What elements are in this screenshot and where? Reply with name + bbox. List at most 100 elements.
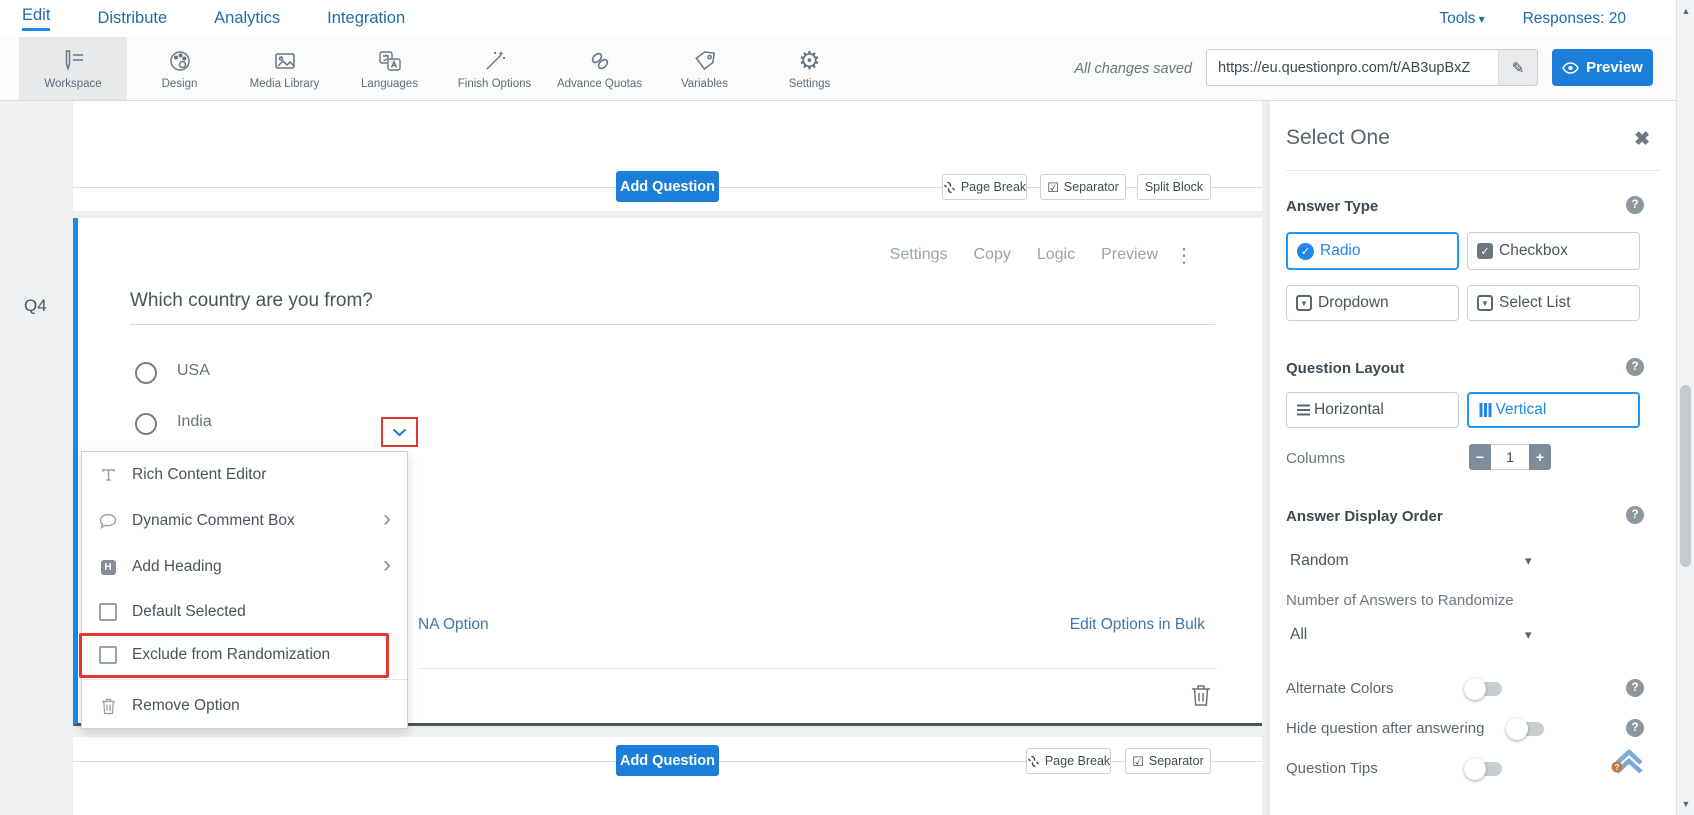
toolbar-item-label: Finish Options xyxy=(457,78,532,90)
nav-tab-analytics[interactable]: Analytics xyxy=(214,9,280,28)
question-logic-link[interactable]: Logic xyxy=(1037,246,1075,264)
checkbox-unchecked-icon[interactable] xyxy=(99,603,117,621)
page-scrollbar[interactable]: ▲ ▼ xyxy=(1676,0,1694,815)
radio-option-usa[interactable] xyxy=(135,362,157,384)
previous-question-block: Add Question Page Break ☑ Separator Spli… xyxy=(73,100,1262,211)
alternate-colors-label: Alternate Colors xyxy=(1286,680,1394,697)
toolbar-item-media-library[interactable]: Media Library xyxy=(232,37,337,100)
answer-type-checkbox[interactable]: ✓ Checkbox xyxy=(1467,232,1640,270)
alternate-colors-toggle[interactable] xyxy=(1464,678,1502,700)
menu-item-label: Dynamic Comment Box xyxy=(132,512,295,529)
next-question-block: Add Question Page Break ☑ Separator xyxy=(73,737,1262,815)
question-tips-label: Question Tips xyxy=(1286,760,1378,777)
toolbar-item-languages[interactable]: Languages xyxy=(337,37,442,100)
answer-type-radio[interactable]: ✓ Radio xyxy=(1286,232,1459,270)
columns-decrease-button[interactable]: − xyxy=(1469,444,1491,470)
radio-option-india[interactable] xyxy=(135,413,157,435)
menu-divider xyxy=(82,679,407,680)
pencil-icon: ✎ xyxy=(1511,59,1525,77)
toolbar-item-finish-options[interactable]: Finish Options xyxy=(442,37,547,100)
page-break-button-top[interactable]: Page Break xyxy=(942,174,1027,200)
help-icon[interactable]: ? xyxy=(1626,679,1644,697)
toolbar-item-settings[interactable]: ⚙ Settings xyxy=(757,37,862,100)
edit-options-in-bulk-link[interactable]: Edit Options in Bulk xyxy=(1070,616,1205,634)
option-label-usa[interactable]: USA xyxy=(177,362,210,380)
preview-label: Preview xyxy=(1586,59,1643,76)
edit-url-button[interactable]: ✎ xyxy=(1498,50,1537,85)
design-palette-icon xyxy=(167,47,193,75)
toolbar-item-design[interactable]: Design xyxy=(127,37,232,100)
caret-down-icon[interactable]: ▾ xyxy=(1525,627,1532,643)
caret-down-icon[interactable]: ▾ xyxy=(1525,553,1532,569)
question-number: Q4 xyxy=(24,296,47,315)
columns-increase-button[interactable]: + xyxy=(1529,444,1551,470)
option-context-menu: Rich Content Editor Dynamic Comment Box … xyxy=(79,451,408,729)
save-status: All changes saved xyxy=(1074,60,1192,77)
question-copy-link[interactable]: Copy xyxy=(973,246,1010,264)
menu-item-dynamic-comment-box[interactable]: Dynamic Comment Box › xyxy=(82,499,407,543)
survey-url-field[interactable]: https://eu.questionpro.com/t/AB3upBxZ ✎ xyxy=(1206,49,1538,86)
question-text[interactable]: Which country are you from? xyxy=(130,290,373,312)
question-more-menu-icon[interactable]: ⋮ xyxy=(1174,243,1194,268)
close-icon[interactable]: ✖ xyxy=(1634,128,1650,151)
randomize-count-select[interactable]: All xyxy=(1290,626,1307,644)
columns-value[interactable]: 1 xyxy=(1491,444,1529,470)
help-icon[interactable]: ? xyxy=(1626,358,1644,376)
layout-vertical-button[interactable]: Vertical xyxy=(1467,392,1640,428)
menu-item-remove-option[interactable]: Remove Option xyxy=(82,684,407,728)
help-icon[interactable]: ? xyxy=(1626,506,1644,524)
delete-question-icon[interactable] xyxy=(1191,684,1211,707)
scrollbar-up-icon[interactable]: ▲ xyxy=(1677,6,1694,16)
answer-type-option-label: Select List xyxy=(1499,294,1571,311)
editor-toolbar: Workspace Design Media Library Languages xyxy=(0,37,1676,101)
tools-menu[interactable]: Tools ▾ xyxy=(1439,10,1484,28)
help-icon[interactable]: ? xyxy=(1626,719,1644,737)
help-icon[interactable]: ? xyxy=(1626,196,1644,214)
question-settings-link[interactable]: Settings xyxy=(890,246,948,264)
hide-question-label: Hide question after answering xyxy=(1286,720,1485,737)
hide-question-toggle[interactable] xyxy=(1506,718,1544,740)
split-block-button[interactable]: Split Block xyxy=(1137,174,1211,200)
scrollbar-thumb[interactable] xyxy=(1680,385,1691,567)
svg-text:?: ? xyxy=(1615,763,1620,772)
dropdown-caret-icon: ▼ xyxy=(1296,295,1312,311)
magic-wand-icon xyxy=(482,47,508,75)
radio-check-icon: ✓ xyxy=(1297,242,1314,260)
toolbar-item-variables[interactable]: Variables xyxy=(652,37,757,100)
add-question-button-top[interactable]: Add Question xyxy=(616,171,719,202)
languages-icon xyxy=(377,47,403,75)
questionpro-survey-editor: Edit Distribute Analytics Integration To… xyxy=(0,0,1694,815)
horizontal-bars-icon xyxy=(1297,408,1310,412)
scroll-to-top-icon[interactable]: ? xyxy=(1608,748,1650,776)
divider xyxy=(1286,170,1660,171)
preview-button[interactable]: Preview xyxy=(1552,49,1653,86)
add-question-button-bottom[interactable]: Add Question xyxy=(616,745,719,776)
page-break-button-bottom[interactable]: Page Break xyxy=(1026,748,1111,774)
display-order-select[interactable]: Random xyxy=(1290,552,1349,570)
menu-item-rich-content-editor[interactable]: Rich Content Editor xyxy=(82,453,407,497)
page-break-icon xyxy=(943,181,956,194)
layout-option-label: Vertical xyxy=(1495,401,1547,418)
option-menu-chevron-button[interactable] xyxy=(381,417,418,447)
separator-button-top[interactable]: ☑ Separator xyxy=(1040,174,1126,200)
option-label-india[interactable]: India xyxy=(177,413,212,431)
question-preview-link[interactable]: Preview xyxy=(1101,246,1158,264)
answer-type-dropdown[interactable]: ▼ Dropdown xyxy=(1286,285,1459,321)
toolbar-item-advance-quotas[interactable]: Advance Quotas xyxy=(547,37,652,100)
separator-button-bottom[interactable]: ☑ Separator xyxy=(1125,748,1211,774)
menu-item-default-selected[interactable]: Default Selected xyxy=(82,590,407,634)
layout-option-label: Horizontal xyxy=(1314,401,1384,418)
answer-type-select-list[interactable]: ▼ Select List xyxy=(1467,285,1640,321)
top-nav: Edit Distribute Analytics Integration To… xyxy=(0,0,1676,38)
question-tips-toggle[interactable] xyxy=(1464,758,1502,780)
answer-type-option-label: Checkbox xyxy=(1499,242,1568,259)
nav-tab-edit[interactable]: Edit xyxy=(22,6,51,31)
layout-horizontal-button[interactable]: Horizontal xyxy=(1286,392,1459,428)
na-option-link[interactable]: NA Option xyxy=(418,616,489,634)
responses-count[interactable]: Responses: 20 xyxy=(1523,10,1626,28)
scrollbar-down-icon[interactable]: ▼ xyxy=(1677,799,1694,809)
nav-tab-distribute[interactable]: Distribute xyxy=(97,9,167,28)
toolbar-item-workspace[interactable]: Workspace xyxy=(19,37,127,100)
menu-item-add-heading[interactable]: H Add Heading › xyxy=(82,545,407,589)
nav-tab-integration[interactable]: Integration xyxy=(327,9,405,28)
